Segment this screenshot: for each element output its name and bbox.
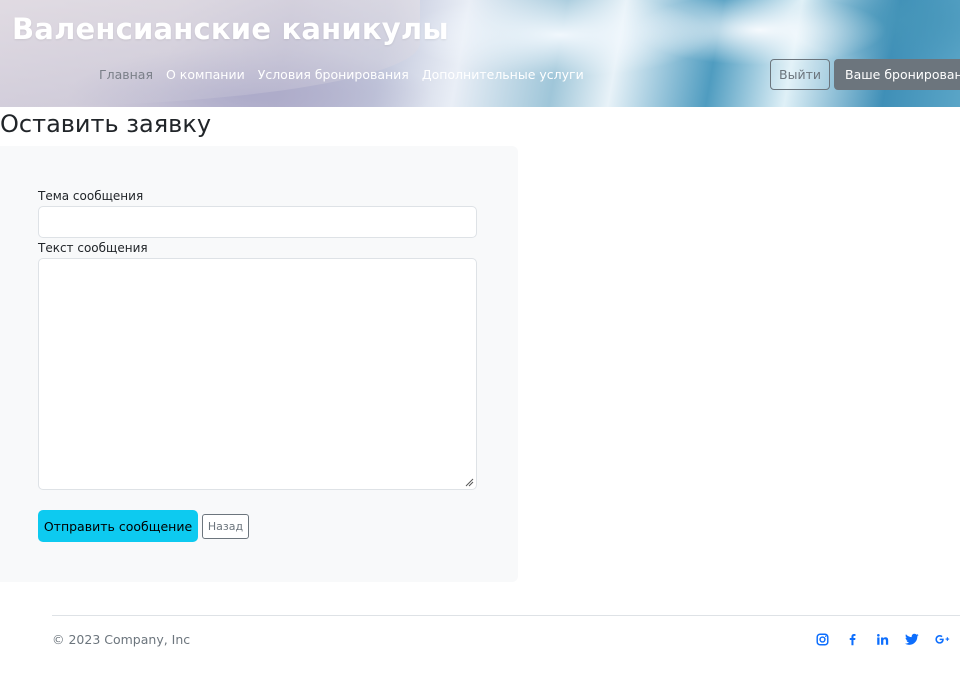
site-title: Валенсианские каникулы xyxy=(12,12,449,46)
facebook-icon[interactable] xyxy=(844,631,860,647)
instagram-icon[interactable] xyxy=(814,631,830,647)
nav-item-home[interactable]: Главная xyxy=(99,67,153,82)
message-label: Текст сообщения xyxy=(38,241,148,255)
message-textarea[interactable] xyxy=(38,258,477,490)
your-booking-button[interactable]: Ваше бронирование xyxy=(834,59,960,90)
nav-item-extra-services[interactable]: Дополнительные услуги xyxy=(422,67,584,82)
main-nav: Главная О компании Условия бронирования … xyxy=(99,67,584,82)
logout-button[interactable]: Выйти xyxy=(770,59,830,90)
nav-item-booking-terms[interactable]: Условия бронирования xyxy=(258,67,409,82)
nav-item-about[interactable]: О компании xyxy=(166,67,245,82)
social-links xyxy=(814,631,950,647)
footer-copyright: © 2023 Company, Inc xyxy=(52,632,191,647)
subject-label: Тема сообщения xyxy=(38,189,144,203)
back-button[interactable]: Назад xyxy=(202,514,249,539)
footer-divider xyxy=(52,615,960,616)
linkedin-icon[interactable] xyxy=(874,631,890,647)
twitter-icon[interactable] xyxy=(904,631,920,647)
resize-grip-icon[interactable] xyxy=(464,477,474,487)
send-message-button[interactable]: Отправить сообщение xyxy=(38,510,198,542)
hero-header: Валенсианские каникулы Главная О компани… xyxy=(0,0,960,107)
google-plus-icon[interactable] xyxy=(934,631,950,647)
subject-input[interactable] xyxy=(38,206,477,238)
page-title: Оставить заявку xyxy=(0,110,212,138)
